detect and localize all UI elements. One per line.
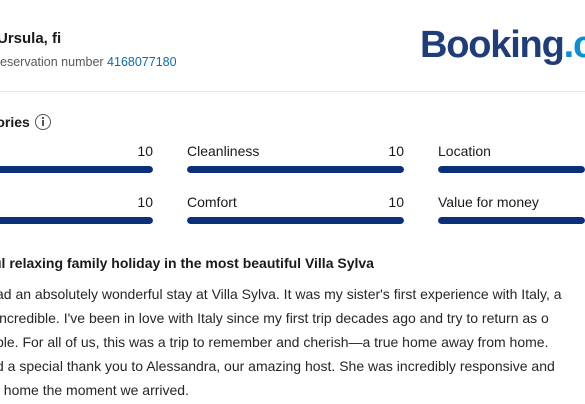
category-rating: Value for money xyxy=(438,194,585,226)
review-header: Ursula, fi Reservation number 4168077180… xyxy=(0,0,585,92)
review-line: ble. For all of us, this was a trip to r… xyxy=(0,334,549,350)
category-rating: Cleanliness 10 xyxy=(187,143,404,175)
category-bar xyxy=(187,217,404,224)
category-label: Value for money xyxy=(438,194,539,210)
category-bar xyxy=(0,166,153,173)
review-line: ad an absolutely wonderful stay at Villa… xyxy=(0,286,562,302)
logo-text-booking: Booking xyxy=(420,24,565,66)
logo-text-dot-c: .c xyxy=(563,24,585,66)
header-divider xyxy=(0,91,585,92)
review-line: incredible. I've been in love with Italy… xyxy=(0,310,549,326)
reservation-number-link[interactable]: 4168077180 xyxy=(107,55,177,69)
reservation-label: Reservation number xyxy=(0,55,104,69)
category-bar-fill xyxy=(438,217,585,224)
category-label: Cleanliness xyxy=(187,143,260,159)
category-bar-fill xyxy=(187,217,404,224)
info-icon[interactable] xyxy=(34,114,51,130)
category-bar-fill xyxy=(0,217,153,224)
review-title: ul relaxing family holiday in the most b… xyxy=(0,255,374,271)
category-rating: Comfort 10 xyxy=(187,194,404,226)
review-line: d a special thank you to Alessandra, our… xyxy=(0,358,555,374)
reviewer-name: Ursula, fi xyxy=(0,30,62,47)
category-score: 10 xyxy=(137,194,153,210)
category-bar xyxy=(0,217,153,224)
category-bar-fill xyxy=(438,166,585,173)
category-bar xyxy=(438,166,585,173)
category-score: 10 xyxy=(137,143,153,159)
reservation-info: Reservation number 4168077180 xyxy=(0,55,177,69)
category-score: 10 xyxy=(388,194,404,210)
category-bar xyxy=(187,166,404,173)
category-bar xyxy=(438,217,585,224)
booking-logo: Booking.c xyxy=(420,26,585,64)
category-label: Comfort xyxy=(187,194,237,210)
category-bar-fill xyxy=(0,166,153,173)
category-score: 10 xyxy=(388,143,404,159)
category-rating: 10 xyxy=(0,194,153,226)
category-bar-fill xyxy=(187,166,404,173)
category-label: Location xyxy=(438,143,491,159)
review-line: t home the moment we arrived. xyxy=(0,382,189,398)
category-rating: 10 xyxy=(0,143,153,175)
categories-title: egories xyxy=(0,114,30,130)
categories-heading: egories xyxy=(0,114,51,130)
category-rating: Location xyxy=(438,143,585,175)
